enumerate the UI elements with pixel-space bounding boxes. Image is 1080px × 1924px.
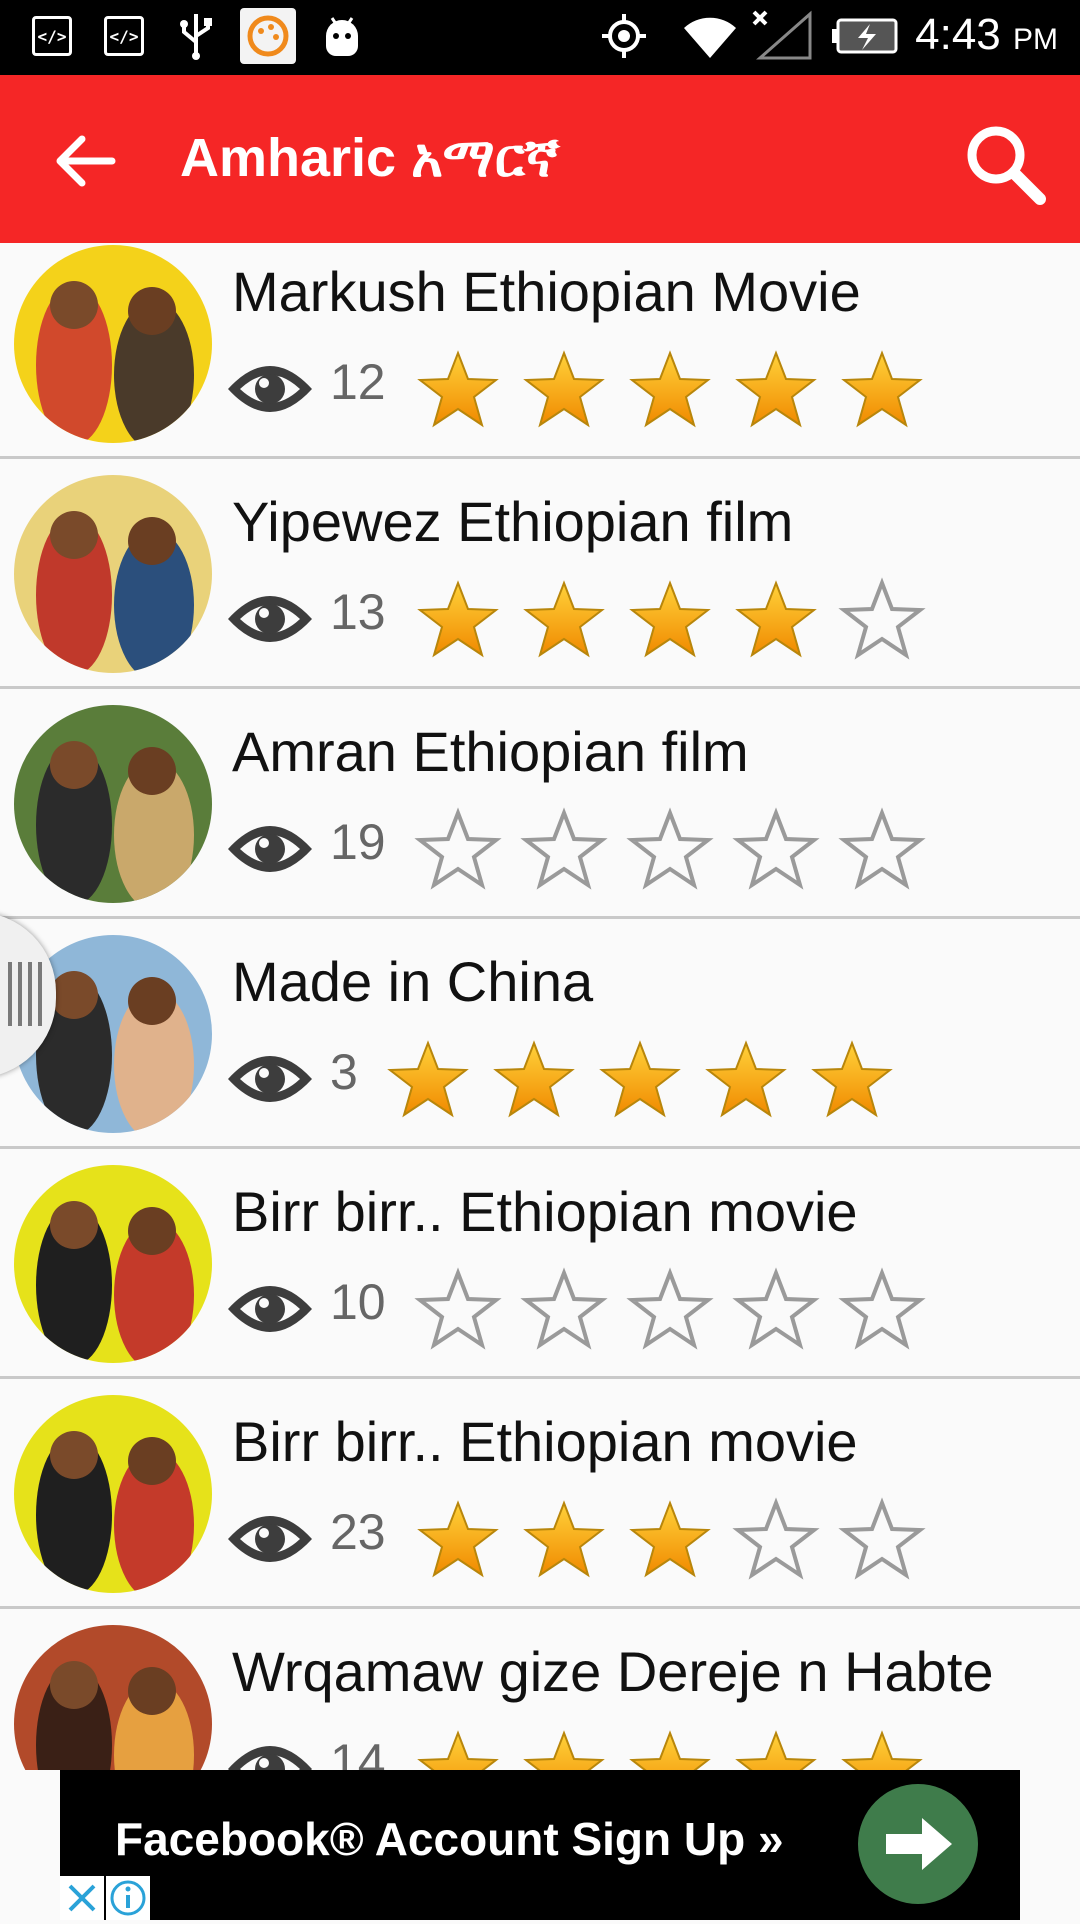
star-filled-icon[interactable]: [414, 1497, 502, 1585]
star-filled-icon[interactable]: [520, 347, 608, 435]
movie-list[interactable]: Markush Ethiopian Movie 12 Yipewez Ethiopi…: [0, 243, 1080, 1770]
ad-info-icon[interactable]: [106, 1876, 150, 1920]
star-filled-icon[interactable]: [414, 1727, 502, 1770]
star-empty-icon[interactable]: [626, 807, 714, 895]
search-icon: [967, 126, 1046, 205]
signal-icon: [752, 10, 814, 60]
star-filled-icon[interactable]: [490, 1037, 578, 1125]
movie-title: Made in China: [232, 950, 594, 1013]
list-item[interactable]: Markush Ethiopian Movie 12: [0, 243, 1080, 459]
eye-icon: [224, 1277, 316, 1341]
time-ampm: PM: [1013, 23, 1058, 56]
star-empty-icon[interactable]: [732, 807, 820, 895]
app-bar: Amharic አማርኛ: [0, 75, 1080, 243]
view-count: 14: [330, 1734, 386, 1770]
movie-thumbnail: [14, 1395, 212, 1593]
movie-thumbnail: [14, 1625, 212, 1770]
star-filled-icon[interactable]: [838, 347, 926, 435]
list-item[interactable]: Wrqamaw gize Dereje n Habte 14: [0, 1609, 1080, 1770]
star-filled-icon[interactable]: [838, 1727, 926, 1770]
usb-icon: [172, 12, 220, 60]
view-count: 13: [330, 584, 386, 640]
ad-text: Facebook® Account Sign Up »: [115, 1813, 784, 1865]
star-filled-icon[interactable]: [414, 577, 502, 665]
time-value: 4:43: [915, 10, 1001, 59]
star-filled-icon[interactable]: [732, 347, 820, 435]
code-icon: </>: [28, 12, 76, 60]
search-button[interactable]: [960, 119, 1050, 209]
back-button[interactable]: [48, 123, 124, 199]
code-glyph: </>: [32, 16, 72, 56]
ad-banner[interactable]: Facebook® Account Sign Up »: [60, 1770, 1020, 1920]
ad-go-button[interactable]: [858, 1784, 978, 1904]
movie-thumbnail: [14, 1165, 212, 1363]
arrow-right-icon: [886, 1818, 952, 1870]
eye-icon: [224, 357, 316, 421]
star-empty-icon[interactable]: [838, 1267, 926, 1355]
star-empty-icon[interactable]: [414, 807, 502, 895]
eye-icon: [224, 817, 316, 881]
star-filled-icon[interactable]: [626, 347, 714, 435]
code-glyph: </>: [104, 16, 144, 56]
battery-charging-icon: [830, 12, 900, 60]
list-item[interactable]: Birr birr.. Ethiopian movie 23: [0, 1379, 1080, 1609]
list-item[interactable]: Birr birr.. Ethiopian movie 10: [0, 1149, 1080, 1379]
star-filled-icon[interactable]: [626, 577, 714, 665]
eye-icon: [224, 587, 316, 651]
star-filled-icon[interactable]: [626, 1727, 714, 1770]
star-empty-icon[interactable]: [626, 1267, 714, 1355]
star-filled-icon[interactable]: [414, 347, 502, 435]
star-empty-icon[interactable]: [732, 1267, 820, 1355]
movie-title: Birr birr.. Ethiopian movie: [232, 1410, 858, 1473]
star-empty-icon[interactable]: [520, 1267, 608, 1355]
ad-close-icon[interactable]: [60, 1876, 104, 1920]
star-filled-icon[interactable]: [520, 1497, 608, 1585]
eye-icon: [224, 1507, 316, 1571]
star-empty-icon[interactable]: [838, 577, 926, 665]
movie-thumbnail: [14, 245, 212, 443]
wifi-icon: [680, 12, 740, 60]
status-time: 4:43 PM: [915, 10, 1058, 60]
view-count: 3: [330, 1044, 358, 1100]
view-count: 19: [330, 814, 386, 870]
list-item[interactable]: Yipewez Ethiopian film 13: [0, 459, 1080, 689]
code-icon: </>: [100, 12, 148, 60]
movie-thumbnail: [14, 705, 212, 903]
movie-title: Birr birr.. Ethiopian movie: [232, 1180, 858, 1243]
view-count: 12: [330, 354, 386, 410]
star-filled-icon[interactable]: [732, 577, 820, 665]
star-filled-icon[interactable]: [596, 1037, 684, 1125]
star-filled-icon[interactable]: [732, 1727, 820, 1770]
star-empty-icon[interactable]: [732, 1497, 820, 1585]
page-title: Amharic አማርኛ: [180, 128, 559, 188]
list-item[interactable]: Made in China 3: [0, 919, 1080, 1149]
status-bar: </> </> 4:43 PM: [0, 0, 1080, 75]
android-icon: [318, 12, 366, 60]
eye-icon: [224, 1737, 316, 1770]
view-count: 10: [330, 1274, 386, 1330]
view-count: 23: [330, 1504, 386, 1560]
app-notification-icon: [240, 8, 296, 64]
star-filled-icon[interactable]: [808, 1037, 896, 1125]
list-item[interactable]: Amran Ethiopian film 19: [0, 689, 1080, 919]
star-filled-icon[interactable]: [520, 577, 608, 665]
star-empty-icon[interactable]: [520, 807, 608, 895]
star-filled-icon[interactable]: [520, 1727, 608, 1770]
star-filled-icon[interactable]: [626, 1497, 714, 1585]
movie-title: Wrqamaw gize Dereje n Habte: [232, 1640, 994, 1703]
movie-title: Markush Ethiopian Movie: [232, 260, 861, 323]
movie-title: Yipewez Ethiopian film: [232, 490, 794, 553]
star-empty-icon[interactable]: [414, 1267, 502, 1355]
arrow-back-icon: [56, 135, 116, 187]
star-filled-icon[interactable]: [702, 1037, 790, 1125]
movie-thumbnail: [14, 475, 212, 673]
star-empty-icon[interactable]: [838, 1497, 926, 1585]
star-filled-icon[interactable]: [384, 1037, 472, 1125]
movie-title: Amran Ethiopian film: [232, 720, 749, 783]
star-empty-icon[interactable]: [838, 807, 926, 895]
eye-icon: [224, 1047, 316, 1111]
gps-icon: [600, 12, 648, 60]
